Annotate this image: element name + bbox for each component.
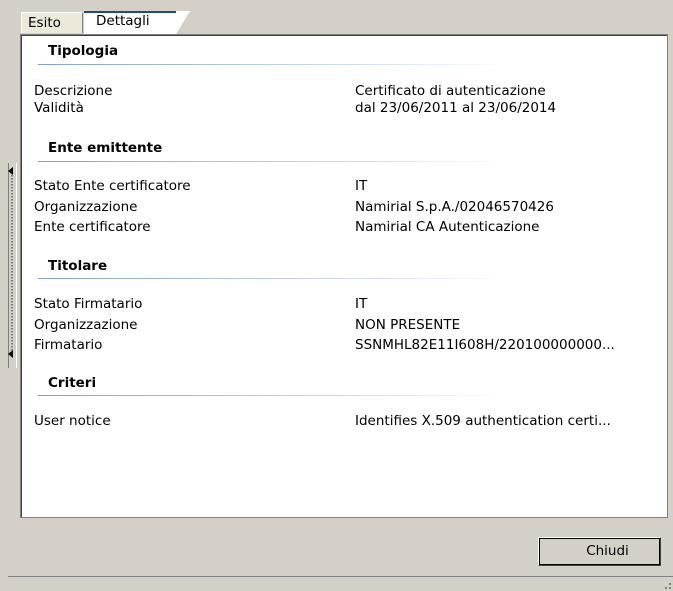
tab-label: Dettagli	[96, 13, 150, 29]
row-label: Stato Firmatario	[34, 296, 143, 312]
row-value: NON PRESENTE	[355, 317, 461, 333]
section-divider	[38, 64, 508, 65]
section-divider	[38, 278, 508, 279]
details-panel: Tipologia Descrizione Certificato di aut…	[20, 34, 668, 518]
section-title-tipologia: Tipologia	[48, 43, 119, 59]
row-label: Validità	[34, 100, 84, 116]
tab-label: Esito	[28, 15, 61, 31]
resize-grip-icon[interactable]	[661, 579, 671, 589]
section-title-criteri: Criteri	[48, 375, 97, 391]
row-label: Stato Ente certificatore	[34, 178, 191, 194]
collapse-arrow-icon[interactable]	[8, 350, 13, 358]
row-label: Firmatario	[34, 337, 103, 353]
tab-active-indicator	[84, 11, 176, 13]
row-label: Organizzazione	[34, 199, 138, 215]
panel-splitter[interactable]	[8, 163, 17, 368]
splitter-grip	[11, 175, 13, 355]
row-label: Descrizione	[34, 83, 113, 99]
row-label: Ente certificatore	[34, 219, 151, 235]
row-value: Namirial CA Autenticazione	[355, 219, 540, 235]
row-value: Certificato di autenticazione	[355, 83, 546, 99]
row-label: Organizzazione	[34, 317, 138, 333]
row-value: SSNMHL82E11I608H/220100000000...	[355, 337, 615, 353]
close-button[interactable]: Chiudi	[538, 537, 661, 566]
section-title-titolare: Titolare	[48, 258, 108, 274]
tab-dettagli[interactable]: Dettagli	[84, 11, 190, 34]
section-title-ente-emittente: Ente emittente	[48, 140, 163, 156]
row-value: dal 23/06/2011 al 23/06/2014	[355, 100, 557, 116]
tab-edge	[176, 11, 190, 34]
collapse-arrow-icon[interactable]	[8, 167, 13, 175]
certificate-details-dialog: Esito Dettagli Tipologia Descrizione Cer…	[0, 0, 673, 590]
row-value: Identifies X.509 authentication certi...	[355, 413, 611, 429]
row-value: Namirial S.p.A./02046570426	[355, 199, 554, 215]
section-divider	[38, 395, 508, 396]
row-value: IT	[355, 178, 368, 194]
row-label: User notice	[34, 413, 111, 429]
status-bar	[8, 576, 673, 591]
section-divider	[38, 161, 508, 162]
tab-esito[interactable]: Esito	[21, 12, 83, 33]
row-value: IT	[355, 296, 368, 312]
close-button-label: Chiudi	[586, 543, 629, 559]
